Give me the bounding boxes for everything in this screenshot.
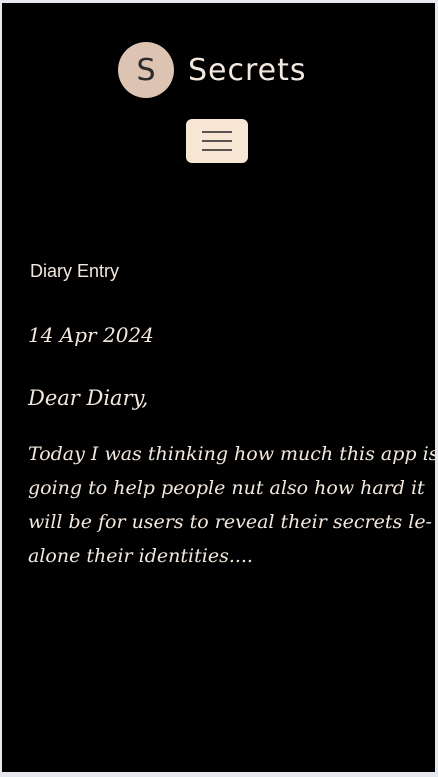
entry-body-line: Today I was thinking how much this app i… <box>28 443 435 465</box>
entry-body-line: going to help people nut also how hard i… <box>28 477 425 499</box>
section-title: Diary Entry <box>30 261 120 281</box>
entry-body: Today I was thinking how much this app i… <box>28 437 435 573</box>
menu-toggle-button[interactable] <box>186 119 248 163</box>
entry-salutation: Dear Diary, <box>28 386 149 410</box>
brand-header[interactable]: S Secrets <box>118 42 307 98</box>
logo-letter: S <box>136 52 156 88</box>
entry-body-line: alone their identities.... <box>28 545 253 567</box>
entry-date: 14 Apr 2024 <box>28 323 154 347</box>
logo-avatar: S <box>118 42 174 98</box>
entry-body-line: will be for users to reveal their secret… <box>28 511 432 533</box>
hamburger-menu-icon <box>202 131 232 151</box>
app-screen: S Secrets Diary Entry 14 Apr 2024 Dear D… <box>2 3 435 772</box>
brand-name: Secrets <box>188 52 307 88</box>
